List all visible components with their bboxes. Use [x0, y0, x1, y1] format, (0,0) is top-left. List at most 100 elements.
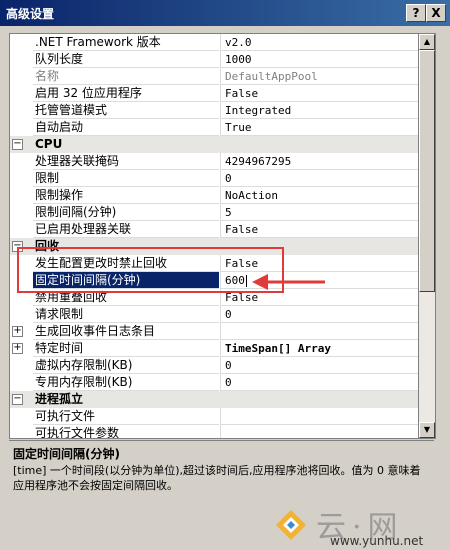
row-gutter [10, 255, 30, 272]
property-value-text: 0 [225, 308, 232, 321]
collapse-icon[interactable]: − [10, 136, 30, 153]
property-value[interactable]: True [220, 119, 419, 136]
property-value[interactable]: False [220, 85, 419, 102]
scroll-down-button[interactable]: ▼ [419, 422, 435, 438]
property-value[interactable] [220, 425, 419, 438]
property-value-text: 1000 [225, 53, 252, 66]
close-button[interactable]: X [426, 4, 446, 22]
property-name: 请求限制 [33, 306, 219, 323]
property-value[interactable]: 0 [220, 306, 419, 323]
watermark-url: www.yunhu.net [330, 534, 424, 548]
property-value[interactable]: 0 [220, 374, 419, 391]
property-row[interactable]: .NET Framework 版本 v2.0 [10, 34, 419, 51]
property-value-text: False [225, 291, 259, 304]
property-value[interactable]: 4294967295 [220, 153, 419, 170]
property-value[interactable]: v2.0 [220, 34, 419, 51]
property-value[interactable]: False [220, 255, 419, 272]
property-value-text: TimeSpan[] Array [225, 342, 331, 355]
property-row[interactable]: 限制间隔(分钟) 5 [10, 204, 419, 221]
property-row[interactable]: 限制 0 [10, 170, 419, 187]
row-gutter [10, 170, 30, 187]
row-gutter [10, 289, 30, 306]
collapse-icon[interactable]: − [10, 238, 30, 255]
category-row[interactable]: − 回收 [10, 238, 419, 255]
category-row[interactable]: − 进程孤立 [10, 391, 419, 408]
property-value[interactable]: 0 [220, 357, 419, 374]
property-value[interactable]: NoAction [220, 187, 419, 204]
row-gutter [10, 68, 30, 85]
property-name: 可执行文件 [33, 408, 219, 425]
minus-box-icon[interactable]: − [12, 241, 23, 252]
window-title: 高级设置 [6, 7, 55, 21]
description-title: 固定时间间隔(分钟) [13, 447, 120, 461]
property-row[interactable]: + 特定时间 TimeSpan[] Array [10, 340, 419, 357]
property-value-editor[interactable]: 600 [220, 272, 419, 289]
property-row[interactable]: 已启用处理器关联 False [10, 221, 419, 238]
property-value[interactable]: 1000 [220, 51, 419, 68]
row-gutter [10, 187, 30, 204]
row-gutter [10, 51, 30, 68]
property-value[interactable]: TimeSpan[] Array [220, 340, 419, 357]
scroll-thumb[interactable] [419, 50, 435, 292]
property-row[interactable]: 可执行文件 [10, 408, 419, 425]
plus-box-icon[interactable]: + [12, 343, 23, 354]
property-row[interactable]: 启用 32 位应用程序 False [10, 85, 419, 102]
property-value[interactable]: 0 [220, 170, 419, 187]
minus-box-icon[interactable]: − [12, 394, 23, 405]
property-value-text: NoAction [225, 189, 278, 202]
property-name: 特定时间 [33, 340, 219, 357]
property-row[interactable]: + 生成回收事件日志条目 [10, 323, 419, 340]
row-gutter [10, 85, 30, 102]
property-row[interactable]: 处理器关联掩码 4294967295 [10, 153, 419, 170]
property-row[interactable]: 禁用重叠回收 False [10, 289, 419, 306]
minus-box-icon[interactable]: − [12, 139, 23, 150]
property-name: 禁用重叠回收 [33, 289, 219, 306]
row-gutter [10, 119, 30, 136]
scroll-up-button[interactable]: ▲ [419, 34, 435, 50]
expand-icon[interactable]: + [10, 340, 30, 357]
property-row[interactable]: 虚拟内存限制(KB) 0 [10, 357, 419, 374]
property-name: 名称 [33, 68, 219, 85]
help-button[interactable]: ? [406, 4, 426, 22]
property-name: 虚拟内存限制(KB) [33, 357, 219, 374]
property-row[interactable]: 专用内存限制(KB) 0 [10, 374, 419, 391]
collapse-icon[interactable]: − [10, 391, 30, 408]
property-name: 可执行文件参数 [33, 425, 219, 438]
row-gutter [10, 408, 30, 425]
property-row[interactable]: 自动启动 True [10, 119, 419, 136]
property-value[interactable]: 5 [220, 204, 419, 221]
property-row[interactable]: 固定时间间隔(分钟) 600 [10, 272, 419, 289]
description-text: [time] 一个时间段(以分钟为单位),超过该时间后,应用程序池将回收。值为 … [13, 464, 421, 492]
property-value-text: 4294967295 [225, 155, 292, 168]
row-gutter [10, 306, 30, 323]
property-row[interactable]: 限制操作 NoAction [10, 187, 419, 204]
property-row[interactable]: 托管管道模式 Integrated [10, 102, 419, 119]
category-label: 回收 [35, 239, 60, 253]
property-value[interactable]: False [220, 221, 419, 238]
row-gutter [10, 34, 30, 51]
property-row[interactable]: 发生配置更改时禁止回收 False [10, 255, 419, 272]
property-row[interactable]: 队列长度 1000 [10, 51, 419, 68]
property-value[interactable]: DefaultAppPool [220, 68, 419, 85]
property-row[interactable]: 名称 DefaultAppPool [10, 68, 419, 85]
expand-icon[interactable]: + [10, 323, 30, 340]
property-name: 生成回收事件日志条目 [33, 323, 219, 340]
property-value-text: 5 [225, 206, 232, 219]
property-name: 处理器关联掩码 [33, 153, 219, 170]
property-row[interactable]: 可执行文件参数 [10, 425, 419, 438]
row-gutter [10, 204, 30, 221]
text-cursor [245, 275, 247, 287]
property-name: 启用 32 位应用程序 [33, 85, 219, 102]
property-value[interactable]: Integrated [220, 102, 419, 119]
property-value[interactable]: False [220, 289, 419, 306]
property-grid: .NET Framework 版本 v2.0 队列长度 1000 名称 DefaultAp… [9, 33, 420, 439]
property-row[interactable]: 请求限制 0 [10, 306, 419, 323]
property-value[interactable] [220, 408, 419, 425]
description-panel: 固定时间间隔(分钟) [time] 一个时间段(以分钟为单位),超过该时间后,应… [9, 440, 434, 497]
vertical-scrollbar[interactable]: ▲ ▼ [418, 33, 436, 439]
title-bar: 高级设置 ? X [0, 0, 450, 26]
property-value[interactable] [220, 323, 419, 340]
plus-box-icon[interactable]: + [12, 326, 23, 337]
category-row[interactable]: − CPU [10, 136, 419, 153]
property-name: 专用内存限制(KB) [33, 374, 219, 391]
